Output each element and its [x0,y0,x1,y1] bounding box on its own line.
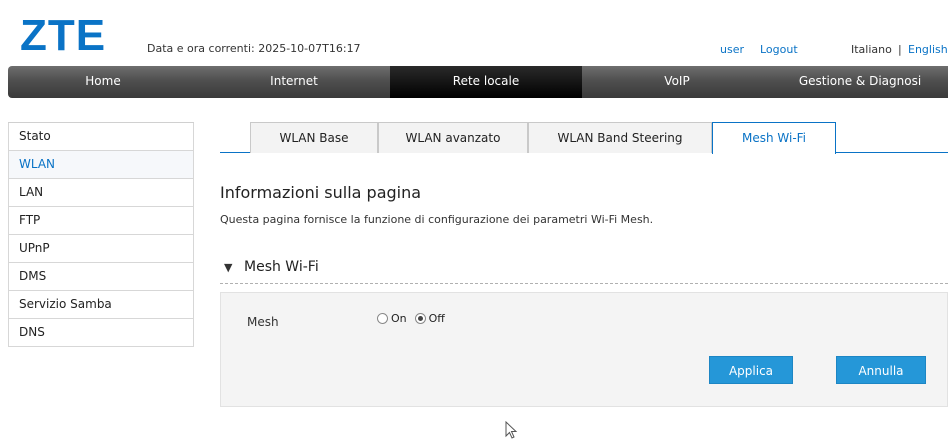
language-english-link[interactable]: English [908,43,948,56]
sidebar-item-servizio-samba[interactable]: Servizio Samba [8,291,194,319]
mesh-off-label[interactable]: Off [429,312,445,325]
mesh-radio-group: On Off [377,312,453,325]
user-link[interactable]: user [720,43,744,56]
language-separator: | [898,43,902,56]
nav-voip[interactable]: VoIP [582,66,772,98]
current-datetime: Data e ora correnti: 2025-10-07T16:17 [147,42,361,55]
sidebar-item-dns[interactable]: DNS [8,319,194,347]
nav-internet[interactable]: Internet [198,66,390,98]
tab-mesh-wifi[interactable]: Mesh Wi-Fi [712,122,836,154]
mouse-cursor-icon [505,421,518,439]
mesh-label: Mesh [247,315,279,329]
main-navbar: Home Internet Rete locale VoIP Gestione … [8,66,948,98]
section-header-mesh-wifi[interactable]: ▼ Mesh Wi-Fi [220,258,948,284]
sidebar-item-dms[interactable]: DMS [8,263,194,291]
logout-link[interactable]: Logout [760,43,798,56]
sidebar-item-stato[interactable]: Stato [8,123,194,151]
page-description: Questa pagina fornisce la funzione di co… [220,213,654,226]
tab-wlan-avanzato[interactable]: WLAN avanzato [378,122,528,153]
language-italian-link[interactable]: Italiano [851,43,892,56]
tab-wlan-base[interactable]: WLAN Base [250,122,378,153]
tab-bar: WLAN Base WLAN avanzato WLAN Band Steeri… [220,122,948,154]
header: ZTE Data e ora correnti: 2025-10-07T16:1… [0,0,948,66]
mesh-on-radio[interactable] [377,313,388,324]
sidebar: Stato WLAN LAN FTP UPnP DMS Servizio Sam… [8,122,194,347]
sidebar-item-ftp[interactable]: FTP [8,207,194,235]
sidebar-item-upnp[interactable]: UPnP [8,235,194,263]
apply-button[interactable]: Applica [709,356,793,384]
mesh-settings-panel: Mesh On Off [220,292,948,407]
cancel-button[interactable]: Annulla [836,356,926,384]
mesh-on-label[interactable]: On [391,312,407,325]
sidebar-item-wlan[interactable]: WLAN [8,151,194,179]
nav-rete-locale[interactable]: Rete locale [390,66,582,98]
nav-gestione-diagnosi[interactable]: Gestione & Diagnosi [772,66,948,98]
sidebar-item-lan[interactable]: LAN [8,179,194,207]
nav-home[interactable]: Home [8,66,198,98]
collapse-arrow-icon[interactable]: ▼ [224,261,232,274]
mesh-off-radio[interactable] [414,313,426,324]
zte-logo: ZTE [20,11,107,60]
tab-wlan-band-steering[interactable]: WLAN Band Steering [528,122,712,153]
section-title: Mesh Wi-Fi [244,259,319,275]
page-title: Informazioni sulla pagina [220,183,422,202]
